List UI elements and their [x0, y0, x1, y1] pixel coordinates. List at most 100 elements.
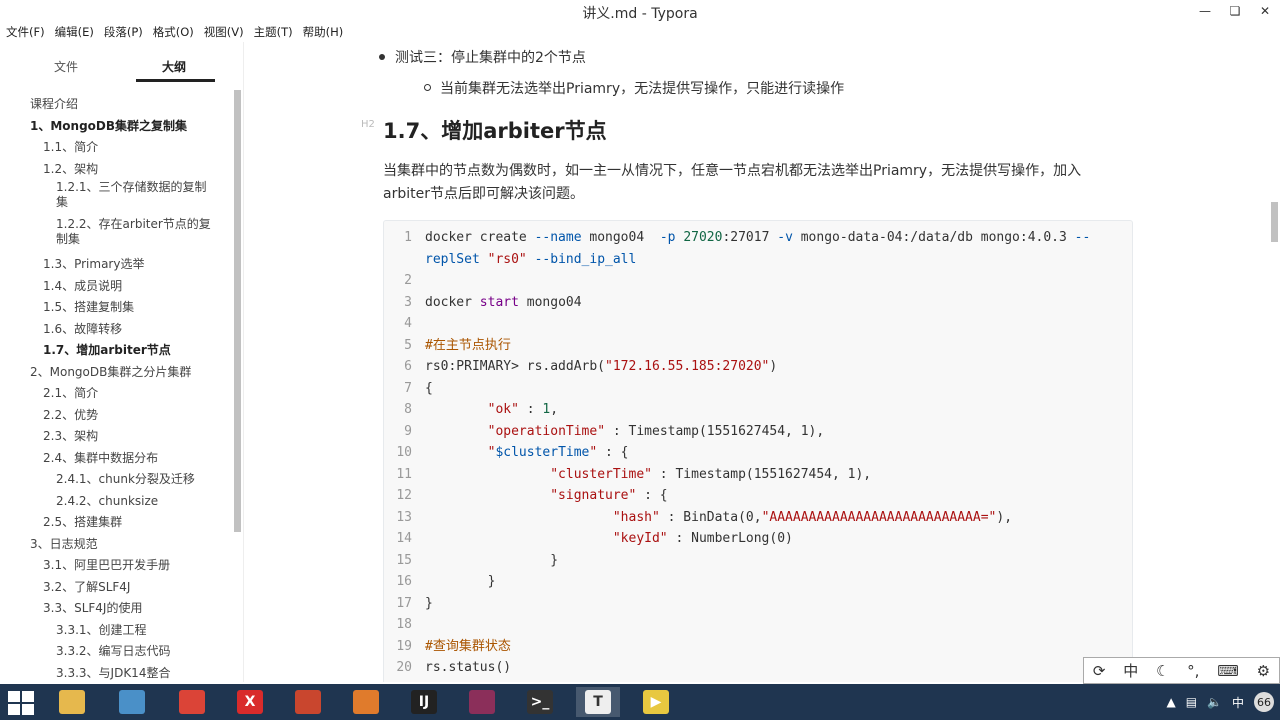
outline-item[interactable]: 1.4、成员说明 — [0, 276, 232, 298]
outline-item[interactable]: 1.2.1、三个存储数据的复制集 — [0, 180, 232, 210]
menu-format[interactable]: 格式(O) — [153, 24, 194, 40]
outline-item[interactable]: 2.3、架构 — [0, 426, 232, 448]
code-token: ), — [996, 509, 1013, 525]
keyboard-icon[interactable]: ⌨ — [1217, 662, 1239, 680]
outline-item[interactable]: 3、日志规范 — [0, 534, 232, 556]
tab-files[interactable]: 文件 — [54, 58, 78, 75]
line-number: 11 — [396, 466, 412, 482]
taskbar-app[interactable]: ▶ — [634, 687, 678, 717]
taskbar-app[interactable] — [110, 687, 154, 717]
editor[interactable]: 测试三：停止集群中的2个节点 当前集群无法选举出Priamry，无法提供写操作，… — [245, 42, 1280, 682]
close-icon[interactable]: ✕ — [1250, 0, 1280, 22]
outline-item[interactable]: 1.1、简介 — [0, 137, 232, 159]
outline-item[interactable]: 2.4、集群中数据分布 — [0, 448, 232, 470]
outline-item[interactable]: 课程介绍 — [0, 94, 232, 116]
outline-item[interactable]: 3.3.2、编写日志代码 — [0, 641, 232, 663]
code-token: -- — [1074, 230, 1091, 245]
code-token: ) — [769, 359, 778, 374]
outline-item[interactable]: 1.6、故障转移 — [0, 319, 232, 341]
moon-icon[interactable]: ☾ — [1156, 662, 1169, 680]
section-heading[interactable]: 1.7、增加arbiter节点 — [383, 115, 607, 145]
menu-view[interactable]: 视图(V) — [204, 24, 244, 40]
outline-item-label: 3.1、阿里巴巴开发手册 — [43, 558, 171, 572]
windows-start-icon[interactable] — [8, 691, 34, 715]
outline-item[interactable]: 3.3、SLF4J的使用 — [0, 598, 232, 620]
tray-chevron-icon[interactable]: ▲ — [1166, 695, 1175, 709]
code-line: 18 — [384, 614, 1134, 636]
outline-item[interactable]: 1.7、增加arbiter节点 — [0, 340, 232, 362]
ime-logo-icon[interactable]: ⟳ — [1093, 662, 1106, 680]
editor-scrollbar[interactable] — [1271, 202, 1278, 242]
taskbar-app[interactable] — [50, 687, 94, 717]
player-icon: ▶ — [643, 690, 669, 714]
outline-item[interactable]: 1.2、架构 — [0, 159, 232, 181]
code-token: : Timestamp(1551627454, 1), — [605, 423, 825, 439]
taskbar-app[interactable]: T — [576, 687, 620, 717]
outline-item[interactable]: 3.2、了解SLF4J — [0, 577, 232, 599]
system-tray: ▲ ▤ 🔈 中 66 — [1166, 684, 1280, 720]
taskbar-app[interactable] — [286, 687, 330, 717]
code-text: "clusterTime" : Timestamp(1551627454, 1)… — [425, 464, 871, 486]
outline-item[interactable]: 2.1、简介 — [0, 383, 232, 405]
minimize-icon[interactable]: — — [1190, 0, 1220, 22]
outline-item[interactable]: 2、MongoDB集群之分片集群 — [0, 362, 232, 384]
outline-item[interactable]: 1、MongoDB集群之复制集 — [0, 116, 232, 138]
taskbar-app[interactable] — [344, 687, 388, 717]
line-number: 5 — [404, 337, 412, 353]
tray-ime-label[interactable]: 中 — [1232, 694, 1244, 711]
line-number: 16 — [396, 574, 412, 589]
code-token: mongo-data-04:/data/db mongo:4.0.3 — [792, 230, 1075, 245]
outline-item-line: 1.2.2、存在arbiter节点的复 — [56, 217, 211, 231]
code-token: -p — [659, 230, 676, 245]
outline-item[interactable]: 2.4.1、chunk分裂及迁移 — [0, 469, 232, 491]
outline-item-label: 3.3、SLF4J的使用 — [43, 601, 143, 615]
code-token: docker create — [425, 230, 535, 245]
sublime-icon — [353, 690, 379, 714]
outline-item[interactable]: 3.1、阿里巴巴开发手册 — [0, 555, 232, 577]
code-token: { — [425, 380, 433, 396]
punctuation-icon[interactable]: °, — [1187, 662, 1199, 680]
taskbar-app[interactable]: >_ — [518, 687, 562, 717]
taskbar-app[interactable]: IJ — [402, 687, 446, 717]
code-line: 10 "$clusterTime" : { — [384, 442, 1134, 464]
code-text: rs.status() — [425, 657, 511, 679]
outline-item[interactable]: 2.2、优势 — [0, 405, 232, 427]
outline-item[interactable]: 1.5、搭建复制集 — [0, 297, 232, 319]
code-token: --bind_ip_all — [534, 251, 637, 267]
outline-item-label: 1、MongoDB集群之复制集 — [30, 118, 188, 133]
outline-item-label: 2.4.1、chunk分裂及迁移 — [56, 472, 195, 486]
outline-item[interactable]: 3.3.1、创建工程 — [0, 620, 232, 642]
menu-edit[interactable]: 编辑(E) — [55, 24, 94, 40]
outline-item[interactable]: 2.4.2、chunksize — [0, 491, 232, 513]
tab-outline[interactable]: 大纲 — [162, 58, 186, 75]
restore-icon[interactable]: ❏ — [1220, 0, 1250, 22]
code-block[interactable]: 1 docker create --name mongo04 -p 27020:2… — [383, 220, 1133, 682]
sidebar-scrollbar[interactable] — [234, 90, 241, 532]
menu-help[interactable]: 帮助(H) — [303, 24, 344, 40]
tray-badge[interactable]: 66 — [1254, 692, 1274, 712]
network-icon[interactable]: ▤ — [1186, 695, 1197, 709]
code-line: 5 #在主节点执行 — [384, 335, 1134, 357]
outline-item[interactable]: 2.5、搭建集群 — [0, 512, 232, 534]
outline-item[interactable]: 1.3、Primary选举 — [0, 254, 232, 276]
code-token: : NumberLong(0) — [667, 531, 793, 546]
paragraph-line: 当集群中的节点数为偶数时，如一主一从情况下，任意一节点宕机都无法选举出Priam… — [383, 163, 1082, 179]
window-title: 讲义.md - Typora — [582, 6, 698, 22]
menu-file[interactable]: 文件(F) — [6, 24, 45, 40]
outline-item[interactable]: 3.3.3、与JDK14整合 — [0, 663, 232, 685]
outline-item-label: 3.3.3、与JDK14整合 — [56, 665, 171, 680]
code-text: #查询集群状态 — [425, 636, 511, 658]
taskbar-app[interactable] — [170, 687, 214, 717]
outline-item[interactable]: 1.2.2、存在arbiter节点的复 制集 — [0, 217, 232, 247]
taskbar-app[interactable] — [460, 687, 504, 717]
taskbar-app[interactable]: X — [228, 687, 272, 717]
menu-theme[interactable]: 主题(T) — [254, 24, 293, 40]
gear-icon[interactable]: ⚙ — [1257, 662, 1270, 680]
volume-icon[interactable]: 🔈 — [1207, 695, 1222, 709]
code-token: "signature" — [550, 488, 637, 503]
code-token: replSet — [425, 251, 480, 267]
menu-paragraph[interactable]: 段落(P) — [104, 24, 143, 40]
ime-mode-label[interactable]: 中 — [1123, 660, 1138, 681]
